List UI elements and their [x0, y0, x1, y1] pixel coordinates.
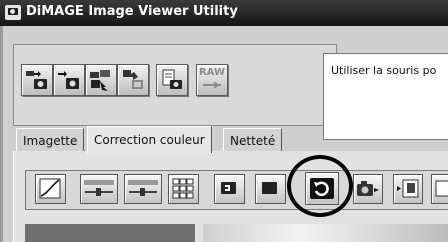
redo-button[interactable]	[255, 174, 286, 204]
tab-correction-couleur[interactable]: Correction couleur	[87, 126, 212, 153]
undo-icon	[221, 182, 236, 194]
slider-icon	[128, 180, 158, 196]
camera-export-icon	[90, 70, 110, 91]
acquire-camera-button[interactable]	[21, 64, 53, 96]
tone-curve-button[interactable]	[35, 174, 66, 204]
extra-button[interactable]	[431, 174, 448, 204]
variations-grid-icon	[172, 178, 194, 199]
camera-import-icon	[58, 71, 79, 89]
contrast-slider-button[interactable]	[124, 174, 162, 204]
tab-nettete[interactable]: Netteté	[223, 128, 283, 151]
raw-icon	[203, 81, 221, 89]
image-preview-left	[25, 224, 195, 242]
window-icon	[435, 180, 448, 197]
camera-import-button[interactable]	[53, 64, 85, 96]
image-preview-right	[203, 224, 448, 242]
camera-transfer-icon	[26, 71, 47, 89]
camera-view-icon	[162, 69, 182, 89]
camera-batch-button[interactable]	[117, 64, 149, 96]
brightness-slider-button[interactable]	[80, 174, 118, 204]
window-title: DiMAGE Image Viewer Utility	[26, 4, 238, 19]
camera-batch-icon	[123, 70, 143, 89]
export-button[interactable]	[393, 174, 423, 204]
tab-imagette[interactable]: Imagette	[16, 128, 85, 151]
app-camera-icon[interactable]	[5, 5, 21, 20]
tab-label: Correction couleur	[94, 133, 205, 147]
camera-export-button[interactable]	[85, 64, 117, 96]
tab-label: Imagette	[23, 134, 78, 148]
snapshot-button[interactable]	[353, 174, 383, 204]
tab-label: Netteté	[230, 134, 276, 148]
export-icon	[397, 179, 419, 198]
variations-button[interactable]	[168, 174, 199, 204]
highlight-ring	[287, 155, 353, 217]
raw-button[interactable]: RAW	[196, 64, 228, 96]
message-text: Utiliser la souris po	[331, 64, 437, 77]
slider-icon	[84, 180, 114, 196]
undo-button[interactable]	[214, 174, 245, 204]
tone-curve-icon	[39, 178, 61, 199]
camera-view-button[interactable]	[156, 64, 188, 96]
redo-icon	[262, 182, 277, 194]
camera-icon	[357, 181, 379, 196]
